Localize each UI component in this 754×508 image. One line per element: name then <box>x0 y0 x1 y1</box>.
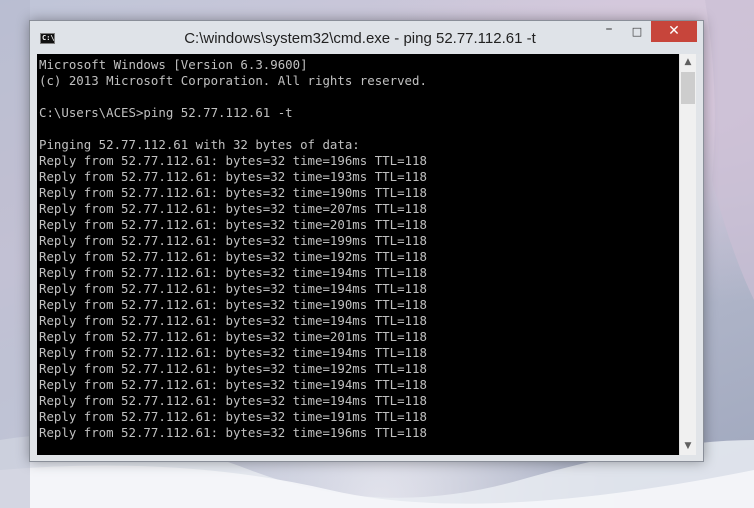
console-line: Reply from 52.77.112.61: bytes=32 time=1… <box>39 409 427 424</box>
console-line: Reply from 52.77.112.61: bytes=32 time=1… <box>39 153 427 168</box>
console-line: Reply from 52.77.112.61: bytes=32 time=1… <box>39 281 427 296</box>
scroll-up-arrow-icon[interactable]: ▲ <box>680 54 696 71</box>
cmd-prompt-icon[interactable]: C:\ <box>40 33 55 44</box>
close-button[interactable]: ✕ <box>651 21 697 42</box>
console-line: Reply from 52.77.112.61: bytes=32 time=1… <box>39 345 427 360</box>
console-line: (c) 2013 Microsoft Corporation. All righ… <box>39 73 427 88</box>
console-line: Reply from 52.77.112.61: bytes=32 time=1… <box>39 169 427 184</box>
console-line: Reply from 52.77.112.61: bytes=32 time=2… <box>39 217 427 232</box>
window-title: C:\windows\system32\cmd.exe - ping 52.77… <box>184 30 536 47</box>
minimize-button[interactable]: – <box>596 21 622 42</box>
console-line: Reply from 52.77.112.61: bytes=32 time=1… <box>39 185 427 200</box>
cmd-window[interactable]: C:\ C:\windows\system32\cmd.exe - ping 5… <box>29 20 704 462</box>
console-line: Reply from 52.77.112.61: bytes=32 time=1… <box>39 233 427 248</box>
maximize-button[interactable]: □ <box>624 21 650 42</box>
console-line: Reply from 52.77.112.61: bytes=32 time=2… <box>39 201 427 216</box>
scroll-down-arrow-icon[interactable]: ▼ <box>680 438 696 455</box>
vertical-scrollbar[interactable]: ▲ ▼ <box>679 54 696 455</box>
title-bar[interactable]: C:\ C:\windows\system32\cmd.exe - ping 5… <box>30 21 703 54</box>
console-line: Reply from 52.77.112.61: bytes=32 time=1… <box>39 361 427 376</box>
console-line: Reply from 52.77.112.61: bytes=32 time=2… <box>39 329 427 344</box>
console-line: C:\Users\ACES>ping 52.77.112.61 -t <box>39 105 293 120</box>
console-line: Reply from 52.77.112.61: bytes=32 time=1… <box>39 377 427 392</box>
console-line: Reply from 52.77.112.61: bytes=32 time=1… <box>39 393 427 408</box>
console-line: Microsoft Windows [Version 6.3.9600] <box>39 57 308 72</box>
console-line: Reply from 52.77.112.61: bytes=32 time=1… <box>39 249 427 264</box>
console-output[interactable]: Microsoft Windows [Version 6.3.9600] (c) … <box>37 54 679 455</box>
console-line: Reply from 52.77.112.61: bytes=32 time=1… <box>39 265 427 280</box>
console-line: Reply from 52.77.112.61: bytes=32 time=1… <box>39 425 427 440</box>
scroll-thumb[interactable] <box>681 72 695 104</box>
console-line: Reply from 52.77.112.61: bytes=32 time=1… <box>39 313 427 328</box>
console-lines: Microsoft Windows [Version 6.3.9600] (c) … <box>39 57 427 441</box>
console-line: Pinging 52.77.112.61 with 32 bytes of da… <box>39 137 360 152</box>
console-line: Reply from 52.77.112.61: bytes=32 time=1… <box>39 297 427 312</box>
